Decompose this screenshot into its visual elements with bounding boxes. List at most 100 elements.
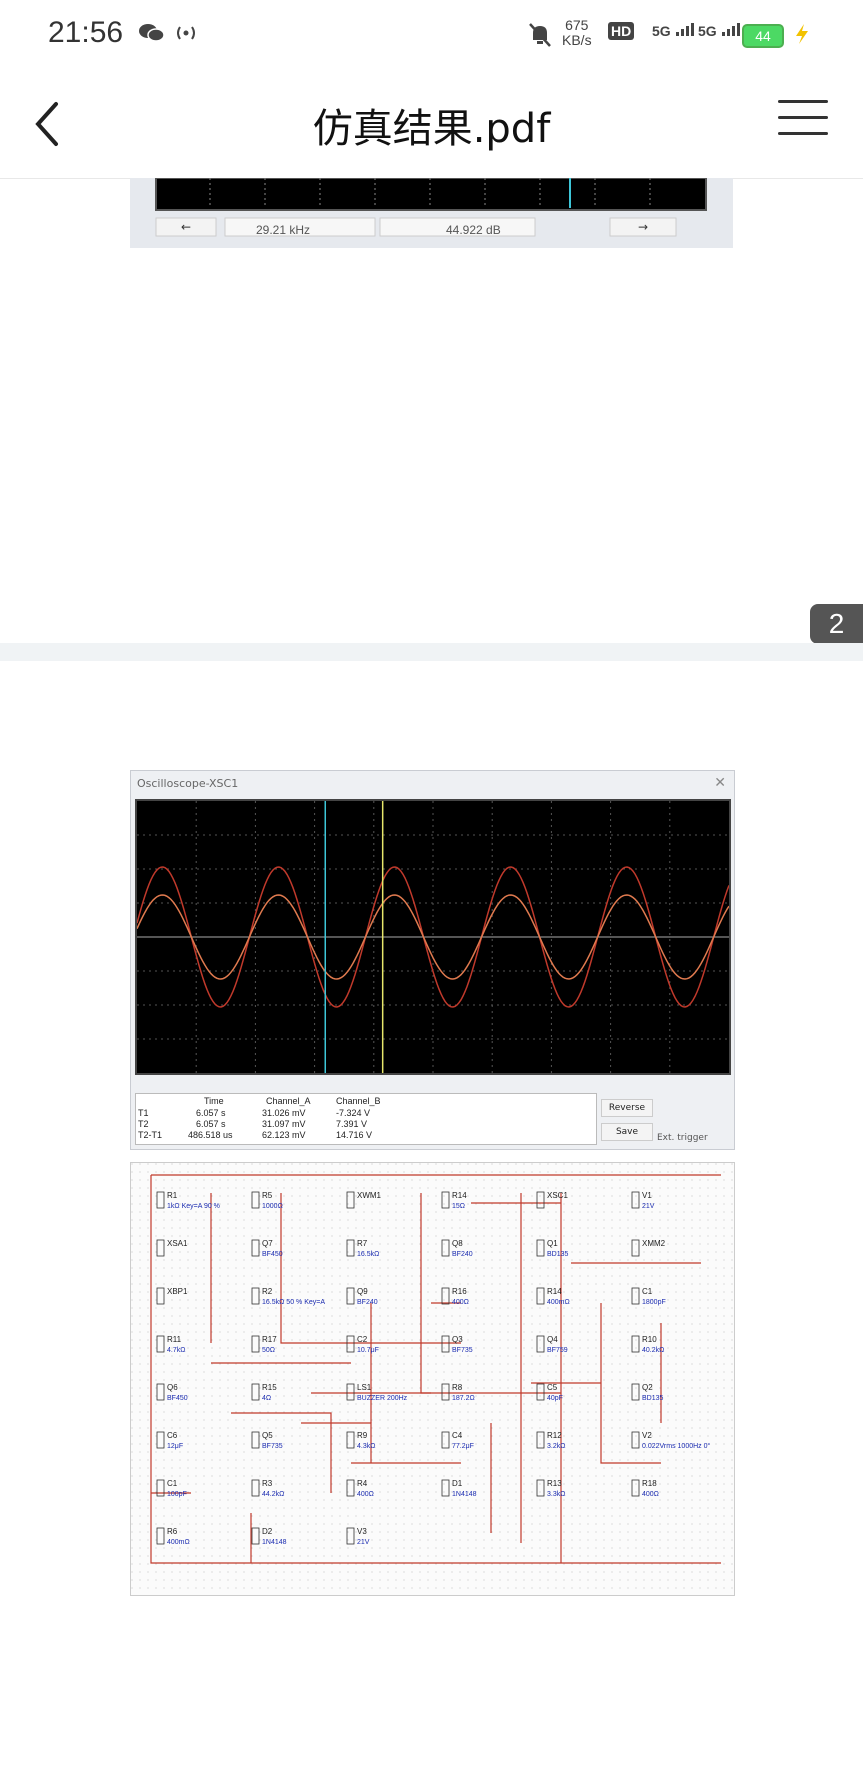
component-value: 50Ω bbox=[262, 1347, 275, 1354]
component-label: R3 bbox=[262, 1479, 273, 1488]
hd-badge: HD bbox=[608, 22, 635, 40]
reverse-button[interactable]: Reverse bbox=[601, 1099, 653, 1117]
component-label: D2 bbox=[262, 1527, 273, 1536]
component-label: Q5 bbox=[262, 1431, 273, 1440]
component-value: 4Ω bbox=[262, 1395, 271, 1402]
component-value: 1kΩ Key=A 90 % bbox=[167, 1203, 220, 1210]
component-label: XWM1 bbox=[357, 1191, 382, 1200]
component-label: Q2 bbox=[642, 1383, 653, 1392]
svg-text:→: → bbox=[638, 220, 648, 234]
save-button[interactable]: Save bbox=[601, 1123, 653, 1141]
component-value: BF450 bbox=[167, 1395, 188, 1402]
readout-header-channel-a: Channel_A bbox=[266, 1096, 311, 1106]
component-value: BD135 bbox=[547, 1251, 569, 1258]
readout-cell: 14.716 V bbox=[336, 1130, 373, 1140]
component-value: 77.2μF bbox=[452, 1443, 474, 1450]
component-value: 1000Ω bbox=[262, 1203, 283, 1210]
component-value: 4.7kΩ bbox=[167, 1347, 185, 1354]
component-value: 400Ω bbox=[452, 1299, 469, 1306]
component-label: R1 bbox=[167, 1191, 178, 1200]
app-header: 仿真结果.pdf bbox=[0, 70, 863, 179]
component-value: 400Ω bbox=[357, 1491, 374, 1498]
component-label: R6 bbox=[167, 1527, 178, 1536]
readout-header-channel-b: Channel_B bbox=[336, 1096, 381, 1106]
circuit-drawing: R1 1kΩ Key=A 90 % R5 1000Ω XWM1 R14 15Ω XSC1 V1 2… bbox=[131, 1163, 734, 1595]
component-label: R10 bbox=[642, 1335, 657, 1344]
status-time: 21:56 bbox=[48, 16, 124, 49]
component-label: R12 bbox=[547, 1431, 562, 1440]
sim2-signal: 5G bbox=[698, 22, 743, 39]
component-label: Q1 bbox=[547, 1239, 558, 1248]
component-value: 21V bbox=[357, 1539, 370, 1546]
readout-cell: -7.324 V bbox=[336, 1108, 371, 1118]
component-value: BF735 bbox=[262, 1443, 283, 1450]
component-value: 10.7μF bbox=[357, 1347, 379, 1354]
readout-cell: 6.057 s bbox=[196, 1119, 226, 1129]
readout-header-time: Time bbox=[204, 1096, 224, 1106]
component-label: Q3 bbox=[452, 1335, 463, 1344]
component-label: V2 bbox=[642, 1431, 652, 1440]
net-speed: 675 KB/s bbox=[562, 18, 592, 48]
document-title: 仿真结果.pdf bbox=[312, 106, 551, 152]
readout-cell: 31.026 mV bbox=[262, 1108, 306, 1118]
component-label: Q7 bbox=[262, 1239, 273, 1248]
signal-bars-icon bbox=[675, 23, 694, 36]
component-label: R9 bbox=[357, 1431, 368, 1440]
component-label: XSC1 bbox=[547, 1191, 568, 1200]
menu-button[interactable] bbox=[778, 100, 828, 144]
menu-icon-line bbox=[778, 132, 828, 135]
component-value: 1N4148 bbox=[452, 1491, 477, 1498]
component-label: XSA1 bbox=[167, 1239, 188, 1248]
oscilloscope-traces bbox=[136, 801, 730, 1073]
menu-icon-line bbox=[778, 116, 828, 119]
component-label: R7 bbox=[357, 1239, 368, 1248]
component-label: C4 bbox=[452, 1431, 463, 1440]
component-label: C1 bbox=[642, 1287, 653, 1296]
component-label: XBP1 bbox=[167, 1287, 188, 1296]
component-label: R15 bbox=[262, 1383, 277, 1392]
oscilloscope-title: Oscilloscope-XSC1 bbox=[137, 777, 239, 790]
component-value: 16.5kΩ 50 % Key=A bbox=[262, 1299, 325, 1306]
component-value: BD135 bbox=[642, 1395, 664, 1402]
component-label: R2 bbox=[262, 1287, 273, 1296]
component-label: R13 bbox=[547, 1479, 562, 1488]
component-value: BF759 bbox=[547, 1347, 568, 1354]
component-value: BF735 bbox=[452, 1347, 473, 1354]
sim1-label: 5G bbox=[652, 23, 671, 39]
net-speed-value: 675 bbox=[565, 17, 589, 33]
analyzer-frequency: 29.21 kHz bbox=[256, 223, 311, 237]
component-value: 40.2kΩ bbox=[642, 1347, 664, 1354]
component-label: LS1 bbox=[357, 1383, 372, 1392]
component-value: 3.2kΩ bbox=[547, 1443, 565, 1450]
component-label: C5 bbox=[547, 1383, 558, 1392]
component-label: R18 bbox=[642, 1479, 657, 1488]
readout-cell: 31.097 mV bbox=[262, 1119, 306, 1129]
component-value: BF240 bbox=[357, 1299, 378, 1306]
component-label: Q4 bbox=[547, 1335, 558, 1344]
ext-trigger-label: Ext. trigger bbox=[657, 1133, 708, 1143]
component-value: 12μF bbox=[167, 1443, 183, 1450]
hotspot-icon bbox=[172, 22, 200, 48]
component-label: V3 bbox=[357, 1527, 367, 1536]
charging-icon bbox=[790, 22, 814, 50]
component-label: R17 bbox=[262, 1335, 277, 1344]
component-label: V1 bbox=[642, 1191, 652, 1200]
readout-cell: 7.391 V bbox=[336, 1119, 368, 1129]
component-label: R14 bbox=[547, 1287, 562, 1296]
circuit-schematic: R1 1kΩ Key=A 90 % R5 1000Ω XWM1 R14 15Ω XSC1 V1 2… bbox=[130, 1162, 735, 1596]
component-value: 16.5kΩ bbox=[357, 1251, 379, 1258]
component-label: D1 bbox=[452, 1479, 463, 1488]
component-label: XMM2 bbox=[642, 1239, 666, 1248]
component-value: BF240 bbox=[452, 1251, 473, 1258]
analyzer-gain: 44.922 dB bbox=[446, 223, 501, 237]
readout-cell: 6.057 s bbox=[196, 1108, 226, 1118]
component-value: 4.3kΩ bbox=[357, 1443, 375, 1450]
component-value: 1800pF bbox=[642, 1299, 666, 1306]
net-speed-unit: KB/s bbox=[562, 32, 592, 48]
component-value: 21V bbox=[642, 1203, 655, 1210]
close-icon[interactable]: ✕ bbox=[714, 775, 726, 791]
component-label: R8 bbox=[452, 1383, 463, 1392]
component-value: 400mΩ bbox=[167, 1539, 190, 1546]
readout-row-label: T2-T1 bbox=[138, 1130, 163, 1140]
oscilloscope-window: Oscilloscope-XSC1 ✕ Time Channel_A Chann… bbox=[130, 770, 735, 1150]
